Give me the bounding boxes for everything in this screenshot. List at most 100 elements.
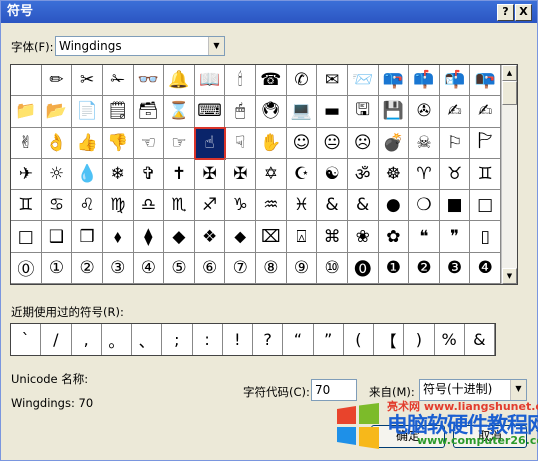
recent-symbol-cell[interactable]: !: [223, 324, 253, 355]
symbol-cell[interactable]: ☺: [286, 127, 318, 159]
symbol-cell[interactable]: ♌: [72, 190, 103, 222]
recent-symbol-cell[interactable]: “: [283, 324, 314, 355]
recent-symbol-cell[interactable]: %: [435, 324, 465, 355]
symbol-cell[interactable]: ✉: [317, 65, 348, 97]
symbol-cell[interactable]: ✂: [72, 65, 103, 97]
symbol-cell[interactable]: ☪: [286, 158, 318, 191]
symbol-cell[interactable]: 🖫: [347, 96, 379, 128]
symbol-cell[interactable]: ❸: [439, 252, 471, 284]
symbol-cell[interactable]: ✍: [439, 96, 471, 128]
symbol-cell[interactable]: ④: [133, 252, 165, 284]
symbol-cell[interactable]: ⌛: [164, 96, 195, 128]
scroll-down-icon[interactable]: ▼: [502, 268, 517, 284]
symbol-cell[interactable]: ♎: [133, 190, 165, 222]
symbol-cell[interactable]: 🕯: [225, 65, 256, 97]
chevron-down-icon[interactable]: ▼: [510, 380, 526, 400]
help-button[interactable]: ?: [497, 4, 514, 21]
symbol-cell[interactable]: ⚐: [439, 127, 471, 159]
symbol-cell[interactable]: ♏: [164, 190, 195, 222]
recent-symbol-cell[interactable]: /: [41, 324, 72, 355]
symbol-cell[interactable]: 🗃: [133, 96, 165, 128]
symbol-cell[interactable]: ✆: [286, 65, 318, 97]
symbol-cell[interactable]: ▯: [470, 221, 501, 253]
symbol-cell[interactable]: ✏: [41, 65, 73, 97]
symbol-cell[interactable]: ✝: [164, 158, 195, 191]
char-code-input[interactable]: 70: [311, 379, 357, 401]
symbol-cell[interactable]: ❑: [41, 221, 73, 253]
symbol-cell[interactable]: ✠: [225, 158, 256, 191]
symbol-cell[interactable]: ❹: [470, 252, 501, 284]
scroll-up-icon[interactable]: ▲: [502, 65, 517, 81]
symbol-cell[interactable]: 📬: [439, 65, 471, 97]
symbol-cell[interactable]: ●: [378, 190, 410, 222]
symbol-cell[interactable]: 📖: [194, 65, 226, 97]
symbol-cell[interactable]: ⍓: [286, 221, 318, 253]
symbol-cell[interactable]: ❖: [194, 221, 226, 253]
symbol-cell[interactable]: ☯: [317, 158, 348, 191]
symbol-cell[interactable]: 📨: [347, 65, 379, 97]
symbol-cell[interactable]: ✋: [256, 127, 287, 159]
symbol-cell[interactable]: 📫: [409, 65, 440, 97]
symbol-cell[interactable]: ❶: [378, 252, 410, 284]
symbol-cell[interactable]: ✁: [102, 65, 134, 97]
symbol-grid-scrollbar[interactable]: ▲ ▼: [501, 65, 517, 284]
symbol-cell[interactable]: ♑: [225, 190, 256, 222]
close-button[interactable]: X: [515, 4, 532, 21]
symbol-cell[interactable]: □: [11, 221, 42, 253]
symbol-cell[interactable]: ☸: [378, 158, 410, 191]
recent-symbol-cell[interactable]: ;: [162, 324, 193, 355]
symbol-cell[interactable]: ⑧: [256, 252, 287, 284]
symbol-cell[interactable]: 🏱: [470, 127, 501, 159]
symbol-cell[interactable]: 🖱: [225, 96, 256, 128]
symbol-cell[interactable]: ⬧: [102, 221, 134, 253]
symbol-cell[interactable]: ॐ: [347, 158, 379, 191]
symbol-cell[interactable]: ❞: [439, 221, 471, 253]
symbol-cell[interactable]: ♋: [41, 190, 73, 222]
symbol-cell[interactable]: ⑤: [164, 252, 195, 284]
symbol-cell[interactable]: ♊: [470, 158, 501, 191]
recent-symbol-cell[interactable]: ): [404, 324, 435, 355]
chevron-down-icon[interactable]: ▼: [208, 37, 224, 55]
symbol-cell[interactable]: ⌘: [317, 221, 348, 253]
symbol-cell[interactable]: ③: [102, 252, 134, 284]
recent-symbol-cell[interactable]: ?: [253, 324, 284, 355]
symbol-cell[interactable]: ⌨: [194, 96, 226, 128]
recent-symbol-cell[interactable]: (: [344, 324, 374, 355]
symbol-cell[interactable]: 🗒: [102, 96, 134, 128]
symbol-cell[interactable]: 📂: [41, 96, 73, 128]
symbol-cell[interactable]: ✌: [11, 127, 42, 159]
symbol-cell[interactable]: ❀: [347, 221, 379, 253]
symbol-cell[interactable]: ✈: [11, 158, 42, 191]
symbol-cell[interactable]: 👍: [72, 127, 103, 159]
symbol-cell[interactable]: 🖲: [256, 96, 287, 128]
symbol-cell[interactable]: [11, 65, 42, 97]
symbol-cell[interactable]: ✠: [194, 158, 226, 191]
symbol-cell[interactable]: ⑩: [317, 252, 348, 284]
symbol-cell[interactable]: ☼: [41, 158, 73, 191]
symbol-cell[interactable]: ⓿: [347, 252, 379, 284]
symbol-cell[interactable]: ☞: [164, 127, 195, 159]
symbol-cell[interactable]: ■: [439, 190, 471, 222]
symbol-cell[interactable]: ☟: [225, 127, 256, 159]
symbol-cell[interactable]: ⑦: [225, 252, 256, 284]
symbol-cell[interactable]: □: [470, 190, 501, 222]
symbol-cell[interactable]: ☠: [409, 127, 440, 159]
symbol-cell[interactable]: 📁: [11, 96, 42, 128]
symbol-cell[interactable]: ②: [72, 252, 103, 284]
symbol-cell[interactable]: 👓: [133, 65, 165, 97]
recent-symbol-cell[interactable]: 、: [132, 324, 163, 355]
recent-symbol-cell[interactable]: 。: [102, 324, 132, 355]
font-select[interactable]: Wingdings ▼: [55, 36, 225, 56]
symbol-cell[interactable]: ♒: [256, 190, 287, 222]
symbol-cell[interactable]: 📭: [470, 65, 501, 97]
symbol-cell[interactable]: ❝: [409, 221, 440, 253]
symbol-cell[interactable]: ☜: [133, 127, 165, 159]
symbol-cell[interactable]: ①: [41, 252, 73, 284]
symbol-cell[interactable]: ✇: [409, 96, 440, 128]
symbol-cell[interactable]: 💧: [72, 158, 103, 191]
symbol-cell[interactable]: ⑥: [194, 252, 226, 284]
symbol-cell[interactable]: ✍: [470, 96, 501, 128]
symbol-cell[interactable]: ♓: [286, 190, 318, 222]
symbol-cell[interactable]: 😐: [317, 127, 348, 159]
symbol-cell[interactable]: ▬: [317, 96, 348, 128]
